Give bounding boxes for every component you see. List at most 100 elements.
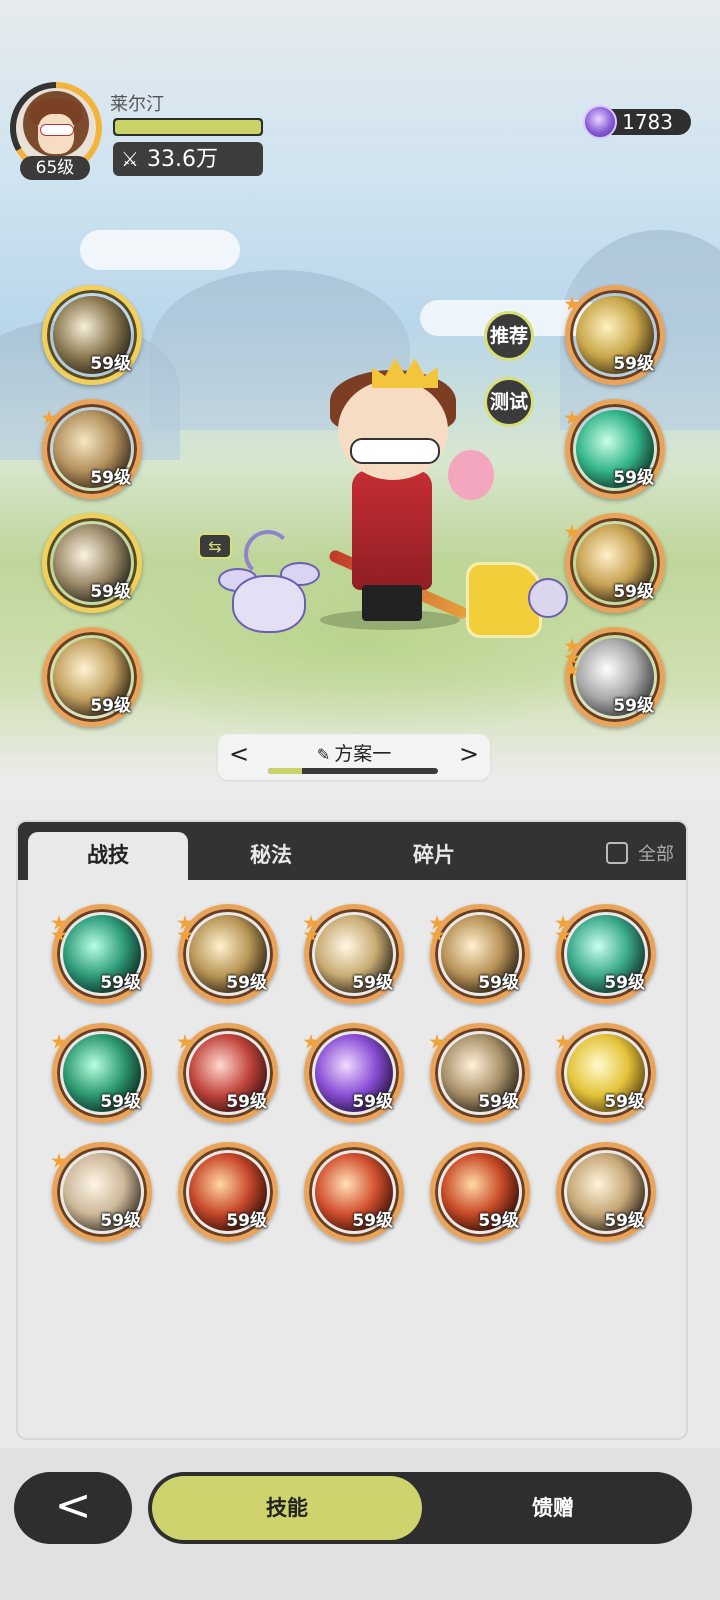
equipped-skill-right-4[interactable]: 59级 [564,627,665,727]
nav-tab-skills[interactable]: 技能 [152,1476,422,1540]
star-rating [41,410,57,425]
equipped-skill-left-3[interactable]: 59级 [42,513,142,613]
skill-level-label: 59级 [226,1092,267,1112]
star-icon [51,1153,67,1168]
skill-grid-item[interactable]: 59级 [51,1142,152,1242]
nav-tab-switch: 技能 馈赠 [148,1472,692,1544]
skill-level-label: 59级 [226,973,267,993]
star-rating [564,524,580,539]
next-plan-arrow-icon[interactable]: > [454,740,484,768]
plan-progress-bar [268,768,438,774]
star-rating [303,1034,319,1049]
skill-tabs: 战技 秘法 碎片 全部 [18,822,686,880]
star-icon [177,1034,193,1049]
equipped-skill-right-1[interactable]: 59级 [564,285,665,385]
skill-level-label: 59级 [90,696,131,716]
skill-level-label: 59级 [478,1211,519,1231]
star-icon [429,1034,445,1049]
skill-grid-item[interactable]: 59级 [51,1023,152,1123]
tab-secret-arts[interactable]: 秘法 [191,832,351,880]
tab-fragments[interactable]: 碎片 [354,832,514,880]
player-name: 莱尔汀 [110,94,164,115]
star-rating [429,1034,445,1049]
skill-level-label: 59级 [478,1092,519,1112]
skill-grid-item[interactable]: 59级 [556,1142,656,1242]
star-rating [51,915,67,942]
edit-pen-icon[interactable]: ✎ [317,745,330,764]
skill-grid-item[interactable]: 59级 [303,1023,404,1123]
combat-power: ⚔ 33.6万 [113,142,263,176]
plan-title[interactable]: 方案一 [334,743,391,765]
skill-panel: 战技 秘法 碎片 全部 59级 59级 59级 59级 59级 59级 59级 59级 59级 5… [16,820,688,1440]
star-rating [564,410,580,425]
show-all-label: 全部 [638,844,674,865]
skill-level-label: 59级 [352,973,393,993]
skill-level-label: 59级 [352,1092,393,1112]
cloud [80,230,240,270]
equipped-skill-right-2[interactable]: 59级 [564,399,665,499]
skill-grid-item[interactable]: 59级 [177,1023,278,1123]
skill-grid-item[interactable]: 59级 [178,1142,278,1242]
player-health-bar [113,118,263,136]
star-rating [564,638,580,677]
skill-level-label: 59级 [613,354,654,374]
skill-level-label: 59级 [613,696,654,716]
plan-selector: < ✎ 方案一 > [218,734,490,780]
swap-pet-icon[interactable]: ⇆ [198,533,232,559]
star-icon [303,1034,319,1049]
skill-level-label: 59级 [90,582,131,602]
mini-pet [528,578,568,618]
equipped-skill-left-4[interactable]: 59级 [42,627,142,727]
skill-level-label: 59级 [100,1211,141,1231]
skill-grid-item[interactable]: 59级 [177,904,278,1004]
skill-grid-item[interactable]: 59级 [303,904,404,1004]
nav-tab-gifts[interactable]: 馈赠 [418,1476,688,1540]
crossed-swords-icon: ⚔ [121,147,139,171]
star-icon [555,1034,571,1049]
skill-grid-item[interactable]: 59级 [555,1023,656,1123]
skill-level-label: 59级 [478,973,519,993]
equipped-skill-right-3[interactable]: 59级 [564,513,665,613]
star-rating [177,915,193,942]
checkbox-icon[interactable] [606,842,628,864]
skill-level-label: 59级 [604,973,645,993]
star-rating [177,1034,193,1049]
star-rating [303,915,319,942]
skill-level-label: 59级 [604,1211,645,1231]
star-rating [429,915,445,942]
equipped-skill-left-2[interactable]: 59级 [41,399,142,499]
skill-level-label: 59级 [90,354,131,374]
skill-level-label: 59级 [613,582,654,602]
skill-level-label: 59级 [613,468,654,488]
skill-grid-item[interactable]: 59级 [51,904,152,1004]
tab-combat-skills[interactable]: 战技 [28,832,188,880]
back-button[interactable]: < [14,1472,132,1544]
recommend-button[interactable]: 推荐 [484,311,534,361]
test-button[interactable]: 测试 [484,377,534,427]
combat-power-value: 33.6万 [147,147,218,172]
skill-level-label: 59级 [90,468,131,488]
star-rating [51,1034,67,1049]
star-rating [555,915,571,942]
currency-amount: 1783 [622,110,673,134]
star-rating [555,1034,571,1049]
currency-display[interactable]: 1783 [583,105,691,139]
show-all-toggle[interactable]: 全部 [606,840,674,866]
skill-grid-item[interactable]: 59级 [555,904,656,1004]
purple-gem-icon [583,105,617,139]
skill-level-label: 59级 [604,1092,645,1112]
star-rating [51,1153,67,1168]
plan-progress-fill [268,768,302,774]
skill-grid-item[interactable]: 59级 [429,1023,530,1123]
star-rating [564,296,580,311]
skill-level-label: 59级 [100,973,141,993]
bottom-navigation: < 技能 馈赠 [0,1448,720,1600]
back-arrow-icon: < [54,1480,92,1531]
health-bar-fill [115,120,261,134]
skill-level-label: 59级 [226,1211,267,1231]
star-icon [51,1034,67,1049]
skill-grid-item[interactable]: 59级 [304,1142,404,1242]
skill-grid-item[interactable]: 59级 [429,904,530,1004]
skill-grid-item[interactable]: 59级 [430,1142,530,1242]
equipped-skill-left-1[interactable]: 59级 [42,285,142,385]
